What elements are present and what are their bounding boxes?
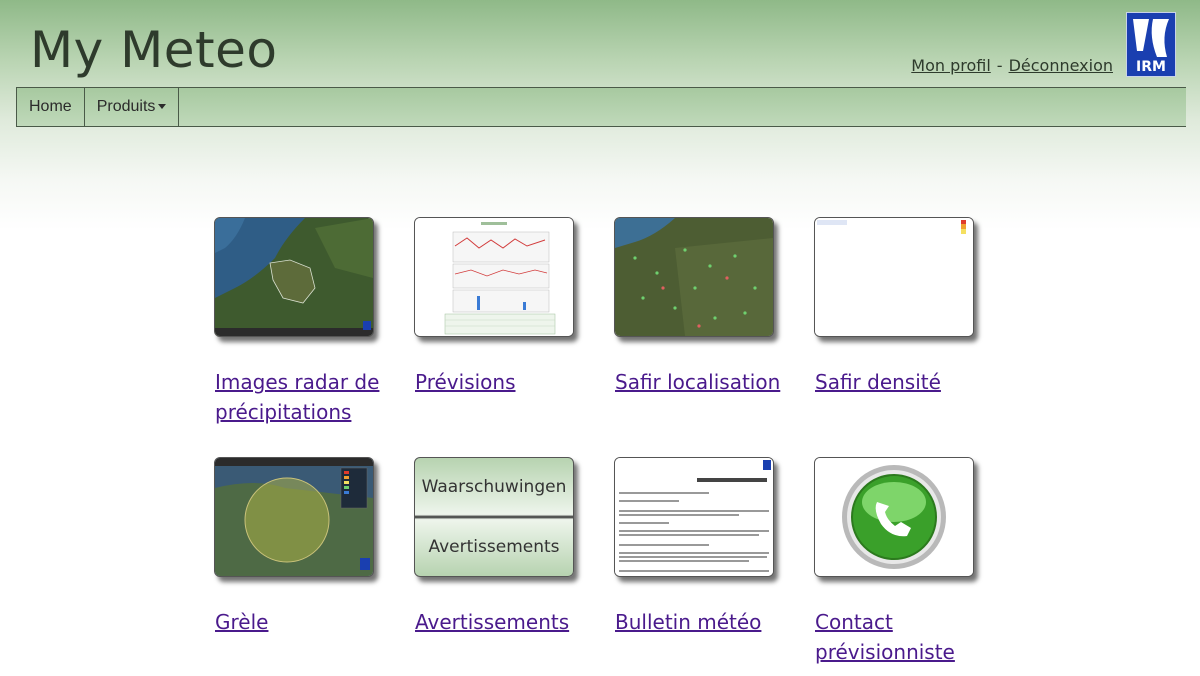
warnings-thumbnail[interactable]: Waarschuwingen Avertissements	[414, 457, 574, 577]
forecast-chart-thumbnail[interactable]	[414, 217, 574, 337]
tile-avertissements-link[interactable]: Avertissements	[415, 607, 595, 637]
navbar: Home Produits	[16, 87, 1186, 127]
tile-safir-densite-link[interactable]: Safir densité	[815, 367, 995, 397]
radar-map-thumbnail[interactable]	[214, 217, 374, 337]
logout-link[interactable]: Déconnexion	[1009, 56, 1113, 75]
profile-link[interactable]: Mon profil	[911, 56, 991, 75]
nav-home[interactable]: Home	[16, 88, 85, 126]
user-links: Mon profil - Déconnexion	[911, 56, 1113, 75]
tile-safir-localisation-link[interactable]: Safir localisation	[615, 367, 795, 397]
logo-text: IRM	[1136, 59, 1166, 75]
warnings-thumb-top-text: Waarschuwingen	[421, 477, 567, 497]
phone-icon	[815, 458, 973, 576]
nav-products-dropdown[interactable]: Produits	[85, 88, 180, 126]
lightning-map-thumbnail[interactable]	[614, 217, 774, 337]
tile-grele-link[interactable]: Grèle	[215, 607, 395, 637]
chevron-down-icon	[158, 104, 167, 110]
tile-forecast-link[interactable]: Prévisions	[415, 367, 595, 397]
tile-contact-link[interactable]: Contact prévisionniste	[815, 607, 995, 667]
link-separator: -	[996, 56, 1003, 75]
hail-map-thumbnail[interactable]	[214, 457, 374, 577]
warnings-thumb-bottom-text: Avertissements	[428, 537, 560, 557]
nav-home-label: Home	[29, 98, 72, 115]
tile-radar-link[interactable]: Images radar de précipitations	[215, 367, 395, 427]
contact-thumbnail[interactable]	[814, 457, 974, 577]
nav-products-label: Produits	[96, 98, 156, 115]
app-title: My Meteo	[30, 21, 278, 79]
bulletin-document-thumbnail[interactable]	[614, 457, 774, 577]
tile-bulletin-link[interactable]: Bulletin météo	[615, 607, 795, 637]
irm-logo[interactable]: IRM	[1126, 12, 1176, 77]
density-map-thumbnail[interactable]	[814, 217, 974, 337]
